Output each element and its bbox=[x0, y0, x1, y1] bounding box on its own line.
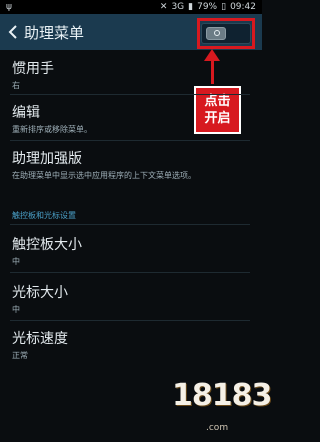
setting-value: 右 bbox=[12, 81, 20, 90]
usb-icon: ψ bbox=[6, 2, 12, 12]
setting-label: 助理加强版 bbox=[12, 151, 82, 167]
setting-edit[interactable]: 编辑 重新排序或移除菜单。 bbox=[0, 102, 262, 135]
setting-touchpad-size[interactable]: 触控板大小 中 bbox=[0, 234, 262, 267]
network-label: 3G bbox=[171, 2, 185, 12]
setting-label: 光标大小 bbox=[12, 285, 68, 301]
setting-label: 触控板大小 bbox=[12, 237, 82, 253]
setting-label: 惯用手 bbox=[12, 61, 54, 77]
setting-assistant-plus[interactable]: 助理加强版 在助理菜单中显示选中应用程序的上下文菜单选项。 bbox=[0, 148, 262, 181]
setting-label: 光标速度 bbox=[12, 331, 68, 347]
setting-dominant-hand[interactable]: 惯用手 右 bbox=[0, 58, 262, 91]
status-right: ✕ 3G ▮ 79% ▯ 09:42 bbox=[160, 2, 256, 12]
signal-icon: ▮ bbox=[188, 2, 194, 12]
setting-cursor-speed[interactable]: 光标速度 正常 bbox=[0, 328, 262, 361]
setting-description: 重新排序或移除菜单。 bbox=[12, 125, 92, 134]
divider bbox=[10, 320, 250, 321]
divider bbox=[10, 224, 250, 225]
page-title: 助理菜单 bbox=[24, 23, 85, 42]
divider bbox=[10, 94, 250, 95]
watermark-domain: .com bbox=[206, 423, 229, 433]
toggle-highlight-box bbox=[197, 18, 255, 49]
mute-icon: ✕ bbox=[159, 2, 168, 12]
watermark-logo: 18183 bbox=[172, 378, 272, 413]
setting-cursor-size[interactable]: 光标大小 中 bbox=[0, 282, 262, 315]
setting-value: 中 bbox=[12, 257, 20, 266]
setting-value: 正常 bbox=[12, 351, 28, 360]
section-header-touchpad-cursor: 触控板和光标设置 bbox=[12, 211, 76, 220]
setting-label: 编辑 bbox=[12, 105, 40, 121]
divider bbox=[10, 272, 250, 273]
clock: 09:42 bbox=[230, 2, 256, 12]
divider bbox=[10, 140, 250, 141]
battery-percent: 79% bbox=[197, 2, 218, 12]
status-bar: ψ ✕ 3G ▮ 79% ▯ 09:42 bbox=[0, 0, 262, 14]
back-button[interactable] bbox=[6, 25, 20, 39]
battery-icon: ▯ bbox=[221, 2, 227, 12]
setting-value: 中 bbox=[12, 305, 20, 314]
chevron-left-icon bbox=[8, 25, 17, 39]
setting-description: 在助理菜单中显示选中应用程序的上下文菜单选项。 bbox=[12, 171, 196, 180]
